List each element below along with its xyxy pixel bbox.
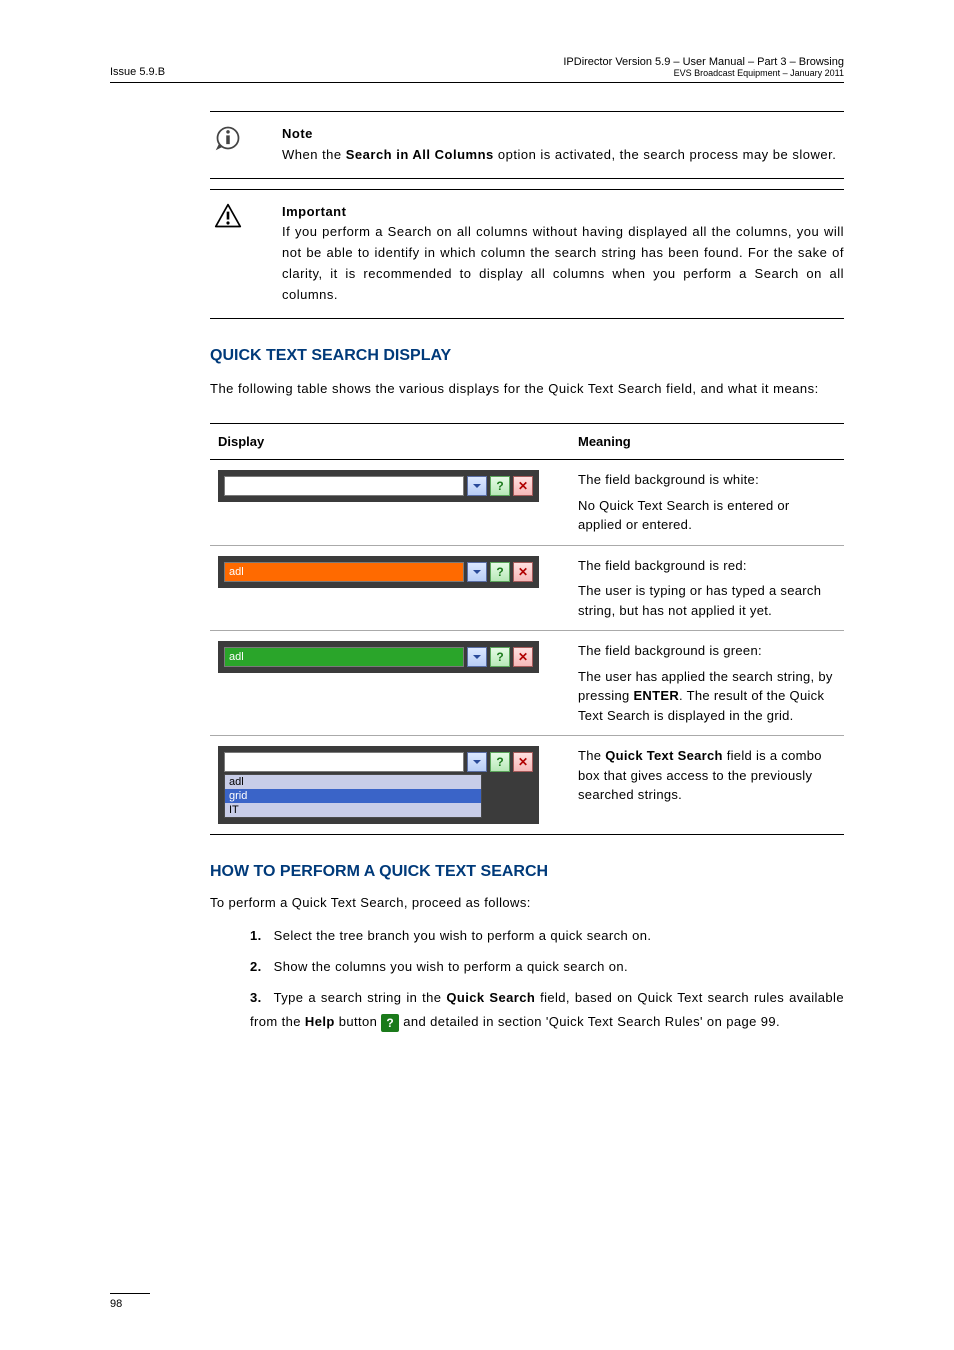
meaning-cell: The field background is red: The user is… [570, 545, 844, 631]
close-icon: ✕ [513, 752, 533, 772]
close-icon: ✕ [513, 476, 533, 496]
display-table: Display Meaning ? ✕ [210, 423, 844, 835]
table-row: adl ? ✕ The field background is green: T… [210, 631, 844, 736]
chevron-down-icon [467, 476, 487, 496]
note-bold: Search in All Columns [346, 147, 494, 162]
warning-callout: Important If you perform a Search on all… [210, 189, 844, 319]
meaning-line1: The field background is green: [578, 641, 836, 661]
note-text-after: option is activated, the search process … [494, 147, 837, 162]
chevron-down-icon [467, 562, 487, 582]
help-icon: ? [490, 562, 510, 582]
meaning-cell: The field background is green: The user … [570, 631, 844, 736]
page-number: 98 [110, 1293, 150, 1310]
meaning-cell: The field background is white: No Quick … [570, 460, 844, 546]
dropdown-item: adl [225, 775, 481, 789]
warning-icon [210, 202, 246, 306]
step-bold2: Help [305, 1014, 335, 1029]
step-text: Select the tree branch you wish to perfo… [274, 928, 652, 943]
table-row: ? ✕ adl grid IT The Quick Text Search fi… [210, 736, 844, 835]
meaning-line2: The user has applied the search string, … [578, 667, 836, 726]
section-title-display: QUICK TEXT SEARCH DISPLAY [210, 347, 844, 365]
step-text-d: and detailed in section 'Quick Text Sear… [399, 1014, 780, 1029]
search-mock-dropdown: ? ✕ adl grid IT [218, 746, 539, 824]
meaning-line2: No Quick Text Search is entered or appli… [578, 496, 836, 535]
step-number: 1. [250, 928, 262, 943]
section1-intro: The following table shows the various di… [210, 379, 844, 400]
note-body: Note When the Search in All Columns opti… [282, 124, 844, 166]
step-text-a: Type a search string in the [274, 990, 447, 1005]
step-text-c: button [335, 1014, 382, 1029]
help-icon: ? [490, 476, 510, 496]
search-field [224, 752, 464, 772]
col-header-meaning: Meaning [570, 424, 844, 460]
step-number: 3. [250, 990, 262, 1005]
header-right: IPDirector Version 5.9 – User Manual – P… [563, 56, 844, 78]
help-icon: ? [490, 752, 510, 772]
search-mock-red: adl ? ✕ [218, 556, 539, 588]
close-icon: ✕ [513, 647, 533, 667]
dropdown-item: grid [225, 789, 481, 803]
meaning-line1: The field background is white: [578, 470, 836, 490]
search-field [224, 476, 464, 496]
step-bold1: Quick Search [446, 990, 535, 1005]
dropdown-list: adl grid IT [224, 774, 482, 818]
dropdown-item: IT [225, 803, 481, 817]
header-subtitle: EVS Broadcast Equipment – January 2011 [563, 68, 844, 78]
table-row: ? ✕ The field background is white: No Qu… [210, 460, 844, 546]
steps-list: 1. Select the tree branch you wish to per… [210, 924, 844, 1035]
close-icon: ✕ [513, 562, 533, 582]
header-issue: Issue 5.9.B [110, 66, 165, 78]
section2-lead: To perform a Quick Text Search, proceed … [210, 895, 844, 910]
meaning-cell: The Quick Text Search field is a combo b… [570, 736, 844, 835]
step-number: 2. [250, 959, 262, 974]
note-callout: Note When the Search in All Columns opti… [210, 111, 844, 179]
note-icon [210, 124, 246, 166]
help-icon: ? [490, 647, 510, 667]
chevron-down-icon [467, 752, 487, 772]
page-header: Issue 5.9.B IPDirector Version 5.9 – Use… [110, 56, 844, 83]
section-title-howto: HOW TO PERFORM A QUICK TEXT SEARCH [210, 863, 844, 881]
search-mock-green: adl ? ✕ [218, 641, 539, 673]
note-title: Note [282, 126, 313, 141]
table-row: adl ? ✕ The field background is red: The… [210, 545, 844, 631]
note-text-before: When the [282, 147, 346, 162]
meaning-line2: The user is typing or has typed a search… [578, 581, 836, 620]
meaning-line1: The field background is red: [578, 556, 836, 576]
chevron-down-icon [467, 647, 487, 667]
warning-text: If you perform a Search on all columns w… [282, 224, 844, 301]
warning-title: Important [282, 204, 346, 219]
col-header-display: Display [210, 424, 570, 460]
help-icon: ? [381, 1014, 399, 1032]
warning-body: Important If you perform a Search on all… [282, 202, 844, 306]
header-title: IPDirector Version 5.9 – User Manual – P… [563, 56, 844, 68]
search-field: adl [224, 562, 464, 582]
step-text: Show the columns you wish to perform a q… [274, 959, 628, 974]
search-field: adl [224, 647, 464, 667]
search-mock-white: ? ✕ [218, 470, 539, 502]
